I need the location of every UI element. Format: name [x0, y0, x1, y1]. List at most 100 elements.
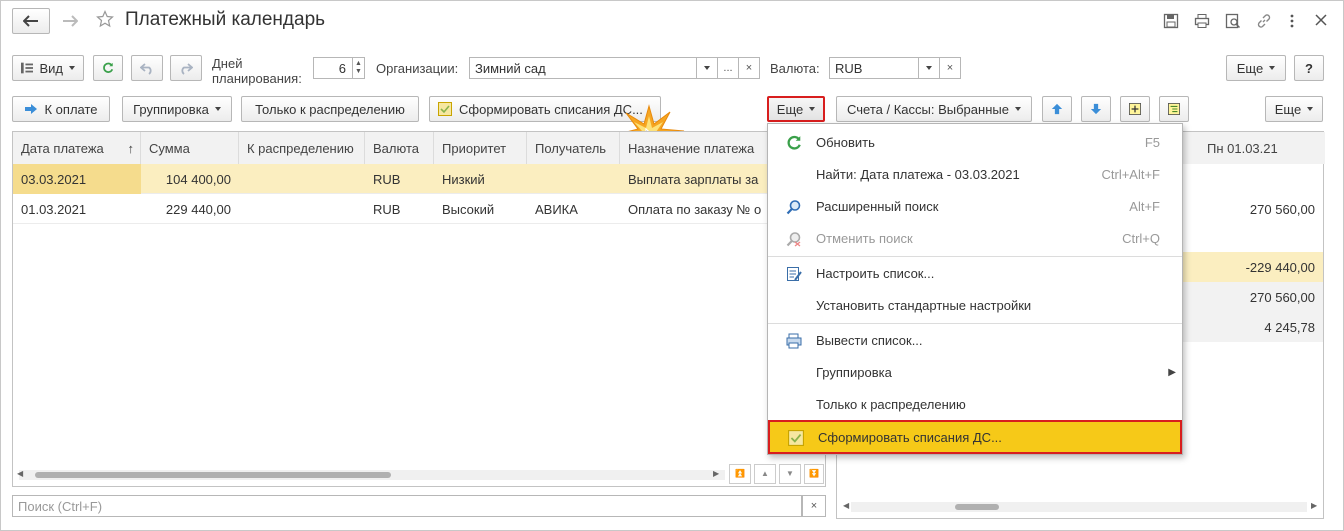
menu-item-label: Только к распределению [816, 396, 966, 412]
org-clear-button[interactable]: × [738, 57, 760, 79]
close-icon[interactable] [1313, 12, 1329, 31]
only-distribution-button[interactable]: Только к распределению [241, 96, 419, 122]
expand-button[interactable] [1120, 96, 1150, 122]
column-header-day[interactable]: Пн 01.03.21 [1199, 132, 1325, 164]
menu-item-configure-list[interactable]: Настроить список... [768, 257, 1182, 289]
save-icon[interactable] [1163, 13, 1179, 32]
days-label-line2: планирования: [212, 71, 302, 86]
column-header-date[interactable]: Дата платежа ↑ [13, 132, 141, 164]
currency-input[interactable]: RUB [829, 57, 919, 79]
preview-icon[interactable] [1225, 13, 1241, 32]
move-down-button[interactable] [1081, 96, 1111, 122]
print-list-icon [786, 333, 802, 349]
grouping-label: Группировка [133, 101, 209, 117]
arrow-down-icon [1090, 103, 1102, 115]
to-pay-label: К оплате [44, 101, 98, 117]
search-clear-button[interactable]: × [802, 495, 826, 517]
undo-button[interactable] [131, 55, 163, 81]
org-dropdown-button[interactable] [696, 57, 718, 79]
column-header-recipient[interactable]: Получатель [527, 132, 620, 164]
org-input[interactable]: Зимний сад [469, 57, 697, 79]
menu-item-cancel-search[interactable]: Отменить поиск Ctrl+Q [768, 222, 1182, 254]
search-input[interactable]: Поиск (Ctrl+F) [12, 495, 802, 517]
grouping-button[interactable]: Группировка [122, 96, 232, 122]
stepper-up-icon: ▲ [355, 60, 362, 67]
clear-icon: × [810, 500, 818, 512]
org-select-button[interactable]: ... [717, 57, 739, 79]
more-button-right[interactable]: Еще [1265, 96, 1323, 122]
help-label: ? [1305, 60, 1313, 76]
scroll-right-icon[interactable]: ▶ [713, 469, 719, 478]
days-value: 6 [338, 60, 346, 76]
link-icon[interactable] [1256, 13, 1272, 32]
cell-recipient: АВИКА [535, 202, 578, 217]
menu-item-refresh[interactable]: Обновить F5 [768, 126, 1182, 158]
more-button-active[interactable]: Еще [767, 96, 825, 122]
arrow-right-blue-icon [25, 104, 38, 114]
menu-item-advanced-search[interactable]: Расширенный поиск Alt+F [768, 190, 1182, 222]
move-up-button[interactable] [1042, 96, 1072, 122]
back-button[interactable] [12, 8, 50, 34]
clear-icon: × [946, 62, 954, 74]
favorite-star-icon[interactable] [96, 10, 116, 30]
arrow-right-icon [63, 15, 78, 27]
currency-dropdown-button[interactable] [918, 57, 940, 79]
menu-item-form-writeoff[interactable]: Сформировать списания ДС... [768, 420, 1182, 454]
help-button[interactable]: ? [1294, 55, 1324, 81]
column-header-currency[interactable]: Валюта [365, 132, 434, 164]
currency-clear-button[interactable]: × [939, 57, 961, 79]
menu-item-find[interactable]: Найти: Дата платежа - 03.03.2021 Ctrl+Al… [768, 158, 1182, 190]
undo-icon [140, 63, 152, 75]
scrollbar-thumb[interactable] [955, 504, 999, 510]
menu-item-shortcut: Alt+F [1129, 198, 1160, 214]
table-row[interactable]: 01.03.2021 229 440,00 RUB Высокий АВИКА … [13, 194, 825, 224]
table-row[interactable]: 03.03.2021 104 400,00 RUB Низкий Выплата… [13, 164, 825, 194]
more-vertical-icon[interactable] [1289, 13, 1295, 32]
menu-item-label: Вывести список... [816, 332, 923, 348]
cell-currency: RUB [373, 172, 401, 187]
checkbox-icon [788, 430, 804, 446]
days-input[interactable]: 6 [313, 57, 353, 79]
menu-item-default-settings[interactable]: Установить стандартные настройки [768, 289, 1182, 321]
chevron-down-icon [704, 66, 710, 70]
only-distribution-label: Только к распределению [255, 101, 405, 117]
nav-last-icon[interactable]: ⏬ [804, 464, 824, 484]
horizontal-scrollbar[interactable] [851, 502, 1307, 512]
search-placeholder: Поиск (Ctrl+F) [18, 498, 103, 514]
search-icon [786, 200, 801, 215]
submenu-arrow-icon: ▶ [1168, 366, 1176, 378]
menu-item-grouping[interactable]: Группировка ▶ [768, 356, 1182, 388]
to-pay-button[interactable]: К оплате [12, 96, 110, 122]
settings-list-icon [787, 267, 802, 281]
more-dropdown-menu: Обновить F5 Найти: Дата платежа - 03.03.… [767, 123, 1183, 455]
collapse-button[interactable] [1159, 96, 1189, 122]
column-header-sum[interactable]: Сумма [141, 132, 239, 164]
cell-date: 01.03.2021 [21, 202, 87, 217]
scroll-left-icon[interactable]: ◀ [843, 501, 849, 510]
print-icon[interactable] [1194, 13, 1210, 32]
scrollbar-thumb[interactable] [35, 472, 391, 478]
menu-item-only-distribution[interactable]: Только к распределению [768, 388, 1182, 420]
nav-up-icon[interactable]: ▲ [754, 464, 776, 484]
days-stepper[interactable]: ▲ ▼ [352, 57, 365, 79]
menu-item-label: Обновить [816, 134, 875, 150]
horizontal-scrollbar[interactable] [19, 470, 725, 480]
scroll-right-icon[interactable]: ▶ [1311, 501, 1317, 510]
nav-down-icon[interactable]: ▼ [779, 464, 801, 484]
cell-priority: Высокий [442, 202, 495, 217]
more-button-top[interactable]: Еще [1226, 55, 1286, 81]
redo-button[interactable] [170, 55, 202, 81]
menu-item-output-list[interactable]: Вывести список... [768, 324, 1182, 356]
more-button-top-label: Еще [1236, 60, 1264, 76]
menu-item-shortcut: F5 [1144, 134, 1160, 150]
days-label-line1: Дней [212, 56, 243, 71]
column-header-distribution[interactable]: К распределению [239, 132, 365, 164]
accounts-button[interactable]: Счета / Кассы: Выбранные [836, 96, 1032, 122]
refresh-button[interactable] [93, 55, 123, 81]
forward-button[interactable] [55, 8, 85, 34]
scroll-left-icon[interactable]: ◀ [17, 469, 23, 478]
column-header-priority[interactable]: Приоритет [434, 132, 527, 164]
menu-item-label: Расширенный поиск [816, 198, 939, 214]
view-button[interactable]: Вид [12, 55, 84, 81]
nav-first-icon[interactable]: ⏫ [729, 464, 751, 484]
